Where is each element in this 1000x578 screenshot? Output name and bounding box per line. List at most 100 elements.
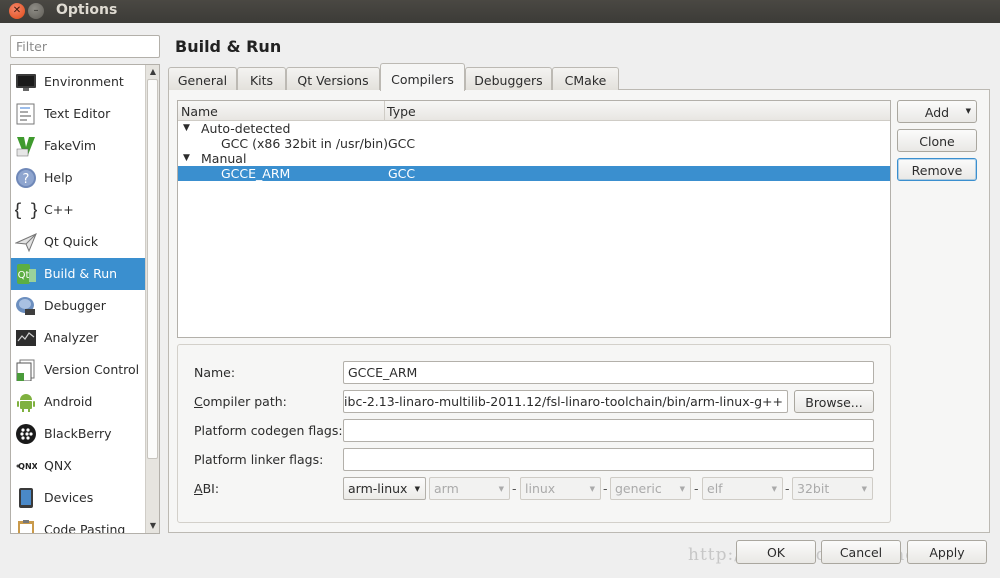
category-label: Code Pasting <box>44 522 126 534</box>
dropdown-arrow-icon: ▼ <box>861 485 867 493</box>
filter-input[interactable] <box>10 35 160 58</box>
compiler-path-label: Compiler path: <box>194 394 287 409</box>
tab-qt-versions[interactable]: Qt Versions <box>286 67 380 90</box>
add-button[interactable]: Add ▼ <box>897 100 977 123</box>
category-label: Environment <box>44 74 124 89</box>
blackberry-icon <box>16 424 36 444</box>
codegen-flags-label: Platform codegen flags: <box>194 423 343 438</box>
category-build-run[interactable]: Qt Build & Run <box>11 258 145 290</box>
category-analyzer[interactable]: Analyzer <box>11 322 145 354</box>
svg-text:QNX: QNX <box>18 462 37 471</box>
category-label: C++ <box>44 202 74 217</box>
android-icon <box>17 394 35 412</box>
name-field[interactable]: GCCE_ARM <box>343 361 874 384</box>
cancel-button[interactable]: Cancel <box>821 540 901 564</box>
category-code-pasting[interactable]: Code Pasting <box>11 514 145 534</box>
svg-text:Qt: Qt <box>18 270 30 281</box>
tree-row-type: GCC <box>388 136 416 151</box>
tab-kits[interactable]: Kits <box>237 67 286 90</box>
column-header-name[interactable]: Name <box>181 104 218 119</box>
category-label: Analyzer <box>44 330 99 345</box>
ok-button[interactable]: OK <box>736 540 816 564</box>
category-qt-quick[interactable]: Qt Quick <box>11 226 145 258</box>
browse-button[interactable]: Browse... <box>794 390 874 413</box>
close-window-button[interactable]: ✕ <box>9 3 25 19</box>
codegen-flags-field[interactable] <box>343 419 874 442</box>
scroll-up-icon[interactable]: ▲ <box>148 67 158 77</box>
abi-flavor-select: generic ▼ <box>610 477 691 500</box>
expand-arrow-icon[interactable]: ▼ <box>183 123 190 133</box>
tree-header: Name Type <box>178 101 890 121</box>
minimize-window-button[interactable]: – <box>28 3 44 19</box>
analyzer-icon <box>16 330 36 346</box>
category-label: Devices <box>44 490 94 505</box>
column-header-type[interactable]: Type <box>387 104 416 119</box>
tab-cmake[interactable]: CMake <box>552 67 619 90</box>
category-debugger[interactable]: Debugger <box>11 290 145 322</box>
scroll-thumb[interactable] <box>147 79 158 459</box>
tree-row-name: GCCE_ARM <box>221 166 291 181</box>
tab-debuggers[interactable]: Debuggers <box>465 67 552 90</box>
category-blackberry[interactable]: BlackBerry <box>11 418 145 450</box>
dropdown-arrow-icon: ▼ <box>679 485 685 493</box>
dropdown-arrow-icon: ▼ <box>589 485 595 493</box>
text-editor-icon <box>16 103 35 125</box>
braces-icon: { } <box>15 200 37 221</box>
category-label: Version Control <box>44 362 140 377</box>
devices-icon <box>19 488 33 508</box>
debugger-icon <box>16 297 35 315</box>
compiler-path-field[interactable]: 2-glibc-2.13-linaro-multilib-2011.12/fsl… <box>343 390 788 413</box>
tree-group-row[interactable]: ▼ Auto-detected <box>178 121 890 136</box>
tree-row-name: Auto-detected <box>201 121 291 136</box>
tab-general[interactable]: General <box>168 67 237 90</box>
category-text-editor[interactable]: Text Editor <box>11 98 145 130</box>
tab-compilers[interactable]: Compilers <box>380 63 465 91</box>
category-label: Help <box>44 170 73 185</box>
help-icon: ? <box>16 168 36 188</box>
scroll-down-icon[interactable]: ▼ <box>148 521 158 531</box>
dropdown-arrow-icon: ▼ <box>965 107 971 115</box>
apply-button[interactable]: Apply <box>907 540 987 564</box>
category-label: Build & Run <box>44 266 118 281</box>
tree-row-name: Manual <box>201 151 247 166</box>
category-label: Debugger <box>44 298 106 313</box>
compiler-tree: Name Type ▼ Auto-detected GCC (x86 32bit… <box>177 100 891 338</box>
tree-row-type: GCC <box>388 166 416 181</box>
category-label: Android <box>44 394 93 409</box>
clone-button[interactable]: Clone <box>897 129 977 152</box>
category-help[interactable]: ? Help <box>11 162 145 194</box>
monitor-icon <box>16 74 36 91</box>
tree-row[interactable]: GCC (x86 32bit in /usr/bin) GCC <box>178 136 890 151</box>
linker-flags-field[interactable] <box>343 448 874 471</box>
category-label: FakeVim <box>44 138 97 153</box>
category-devices[interactable]: Devices <box>11 482 145 514</box>
tree-group-row[interactable]: ▼ Manual <box>178 151 890 166</box>
add-button-label: Add <box>924 105 950 120</box>
category-environment[interactable]: Environment <box>11 66 145 98</box>
category-fakevim[interactable]: FakeVim <box>11 130 145 162</box>
dropdown-arrow-icon: ▼ <box>771 485 777 493</box>
fakevim-icon <box>16 137 35 157</box>
abi-width-select: 32bit ▼ <box>792 477 873 500</box>
category-qnx[interactable]: QNX QNX <box>11 450 145 482</box>
category-label: Text Editor <box>44 106 111 121</box>
tree-row-selected[interactable]: GCCE_ARM GCC <box>178 166 890 181</box>
category-label: BlackBerry <box>44 426 112 441</box>
abi-format-select: elf ▼ <box>702 477 783 500</box>
build-run-icon: Qt <box>17 264 36 284</box>
linker-flags-label: Platform linker flags: <box>194 452 324 467</box>
category-label: QNX <box>44 458 72 473</box>
category-scrollbar[interactable]: ▲ ▼ <box>145 65 159 533</box>
qnx-icon: QNX <box>16 462 37 471</box>
category-android[interactable]: Android <box>11 386 145 418</box>
window-title: Options <box>56 2 118 18</box>
remove-button[interactable]: Remove <box>897 158 977 181</box>
dropdown-arrow-icon: ▼ <box>414 485 420 493</box>
expand-arrow-icon[interactable]: ▼ <box>183 153 190 163</box>
abi-label: ABI: <box>194 481 220 496</box>
abi-preset-select[interactable]: arm-linux ▼ <box>343 477 426 500</box>
category-cpp[interactable]: { } C++ <box>11 194 145 226</box>
category-list: Environment Text Editor FakeVim ? Help {… <box>10 64 160 534</box>
dropdown-arrow-icon: ▼ <box>498 485 504 493</box>
category-version-control[interactable]: Version Control <box>11 354 145 386</box>
